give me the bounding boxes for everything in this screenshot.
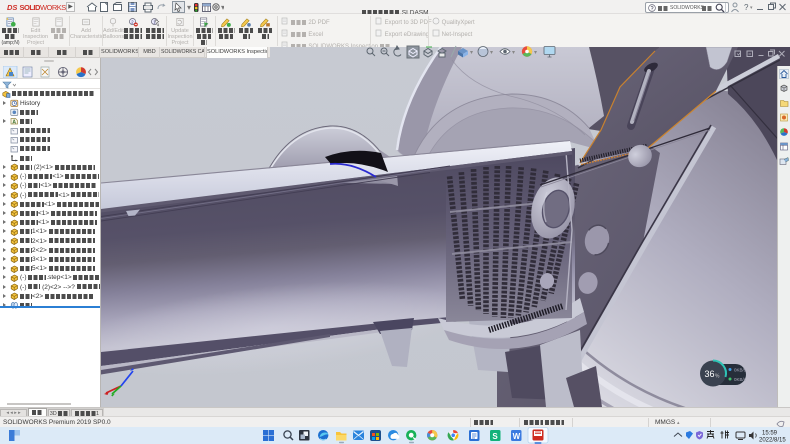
svg-text:▾: ▾ [750,5,753,11]
svg-text:0KB/s: 0KB/s [734,377,747,382]
svg-text:▾: ▾ [490,50,493,56]
svg-text:0KB/s: 0KB/s [734,368,747,373]
svg-text:▾: ▾ [512,50,515,56]
svg-text:▾: ▾ [187,3,191,12]
svg-text:%: % [715,374,720,380]
svg-text:36: 36 [705,369,715,379]
svg-text:2022/8/15: 2022/8/15 [759,438,786,444]
svg-text:▾: ▾ [221,3,224,12]
svg-text:W: W [513,432,521,441]
svg-text:S: S [492,432,498,441]
svg-text:▾: ▾ [534,50,537,56]
svg-text:?: ? [744,3,749,12]
svg-text:15:59: 15:59 [762,431,778,437]
svg-text:▾: ▾ [470,50,473,56]
